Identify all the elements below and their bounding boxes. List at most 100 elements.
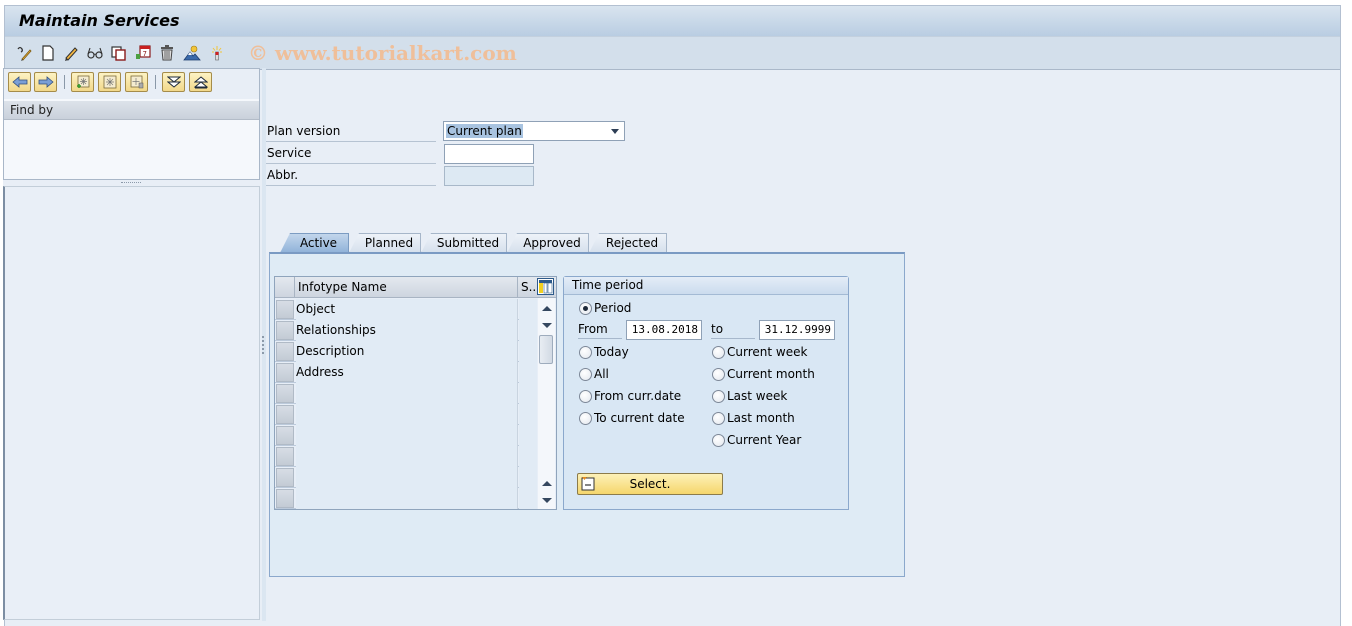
create-search-icon — [76, 75, 89, 88]
column-header-infotype-name[interactable]: Infotype Name — [296, 277, 518, 298]
status-cell — [519, 362, 537, 383]
table-row[interactable]: Description — [275, 341, 537, 362]
row-selector[interactable] — [276, 447, 294, 466]
infotype-name-cell[interactable]: Address — [296, 362, 518, 383]
scroll-down-button[interactable] — [539, 317, 554, 333]
radio-current-year[interactable]: Current Year — [712, 432, 801, 448]
table-row[interactable]: Relationships — [275, 320, 537, 341]
table-row[interactable] — [275, 383, 537, 404]
radio-to-current-date[interactable]: To current date — [579, 410, 685, 426]
status-cell — [519, 446, 537, 467]
tab-submitted[interactable]: Submitted — [421, 233, 507, 253]
radio-last-week[interactable]: Last week — [712, 388, 787, 404]
tab-rejected[interactable]: Rejected — [589, 233, 667, 253]
table-row[interactable]: Object — [275, 299, 537, 320]
scroll-up-button[interactable] — [539, 300, 554, 316]
plan-version-value: Current plan — [446, 124, 523, 138]
radio-all[interactable]: All — [579, 366, 609, 382]
display-icon[interactable] — [86, 44, 104, 62]
collapse-all-icon — [193, 76, 208, 89]
status-cell — [519, 383, 537, 404]
separator — [64, 75, 65, 89]
row-selector[interactable] — [276, 489, 294, 508]
other-object-icon[interactable] — [15, 44, 33, 62]
time-period-title: Time period — [564, 277, 848, 295]
forward-button[interactable] — [34, 72, 57, 92]
change-icon[interactable] — [62, 44, 80, 62]
delete-icon[interactable] — [158, 44, 176, 62]
to-date-input[interactable]: 31.12.9999 — [759, 320, 835, 340]
navigation-toolbar — [4, 69, 259, 99]
infotype-name-cell[interactable] — [296, 488, 518, 509]
page-up-button[interactable] — [539, 475, 554, 491]
status-cell — [519, 299, 537, 320]
infotype-name-cell[interactable]: Description — [296, 341, 518, 362]
tab-approved[interactable]: Approved — [507, 233, 589, 253]
overview-icon[interactable] — [183, 44, 201, 62]
table-scrollbar[interactable] — [538, 298, 555, 509]
table-settings-icon[interactable] — [537, 278, 554, 295]
table-row[interactable] — [275, 446, 537, 467]
row-selector[interactable] — [276, 426, 294, 445]
radio-today[interactable]: Today — [579, 344, 629, 360]
infotype-name-cell[interactable] — [296, 404, 518, 425]
radio-label: Last week — [727, 389, 788, 403]
collapse-button[interactable] — [189, 72, 212, 92]
column-header-status[interactable]: S.. — [519, 277, 537, 298]
service-input[interactable] — [444, 144, 534, 164]
radio-current-week[interactable]: Current week — [712, 344, 807, 360]
highlight-icon[interactable] — [208, 44, 226, 62]
tab-active[interactable]: Active — [280, 233, 349, 253]
scroll-thumb[interactable] — [539, 335, 553, 364]
back-button[interactable] — [8, 72, 31, 92]
delimit-icon[interactable]: 7 — [134, 44, 152, 62]
table-row[interactable] — [275, 404, 537, 425]
row-selector[interactable] — [276, 363, 294, 382]
table-row[interactable] — [275, 488, 537, 509]
status-cell — [519, 320, 537, 341]
arrow-left-icon — [11, 76, 27, 88]
row-selector[interactable] — [276, 342, 294, 361]
infotype-name-cell[interactable] — [296, 467, 518, 488]
row-selector[interactable] — [276, 384, 294, 403]
search-button[interactable] — [98, 72, 121, 92]
radio-label: Today — [594, 345, 629, 359]
table-row[interactable]: Address — [275, 362, 537, 383]
table-row[interactable] — [275, 425, 537, 446]
tab-planned[interactable]: Planned — [349, 233, 421, 253]
infotype-name-cell[interactable]: Relationships — [296, 320, 518, 341]
select-button[interactable]: Select. — [577, 473, 723, 495]
to-label: to — [711, 319, 755, 339]
infotype-name-cell[interactable] — [296, 383, 518, 404]
create-search-button[interactable] — [71, 72, 94, 92]
navigation-panel: Find by — [3, 68, 260, 621]
expand-button[interactable] — [162, 72, 185, 92]
radio-label: Last month — [727, 411, 795, 425]
row-selector[interactable] — [276, 321, 294, 340]
select-all-cell[interactable] — [275, 277, 295, 298]
radio-period[interactable]: Period — [579, 300, 631, 316]
radio-last-month[interactable]: Last month — [712, 410, 795, 426]
infotype-name-cell[interactable] — [296, 446, 518, 467]
page-down-button[interactable] — [539, 492, 554, 508]
delete-search-button[interactable] — [125, 72, 148, 92]
radio-label: From curr.date — [594, 389, 682, 403]
infotype-name-cell[interactable] — [296, 425, 518, 446]
row-selector[interactable] — [276, 300, 294, 319]
radio-label: To current date — [594, 411, 685, 425]
table-row[interactable] — [275, 467, 537, 488]
create-icon[interactable] — [39, 44, 57, 62]
from-date-input[interactable]: 13.08.2018 — [626, 320, 702, 340]
radio-from-curr-date[interactable]: From curr.date — [579, 388, 681, 404]
separator — [155, 75, 156, 89]
chevron-down-icon[interactable] — [611, 129, 619, 134]
plan-version-dropdown[interactable]: Current plan — [443, 121, 625, 141]
row-selector[interactable] — [276, 405, 294, 424]
infotype-name-cell[interactable]: Object — [296, 299, 518, 320]
radio-current-month[interactable]: Current month — [712, 366, 815, 382]
application-toolbar: 7 © www.tutorialkart.com — [5, 37, 1340, 70]
expand-all-icon — [166, 76, 181, 88]
abbr-input — [444, 166, 534, 186]
row-selector[interactable] — [276, 468, 294, 487]
copy-icon[interactable] — [110, 44, 128, 62]
